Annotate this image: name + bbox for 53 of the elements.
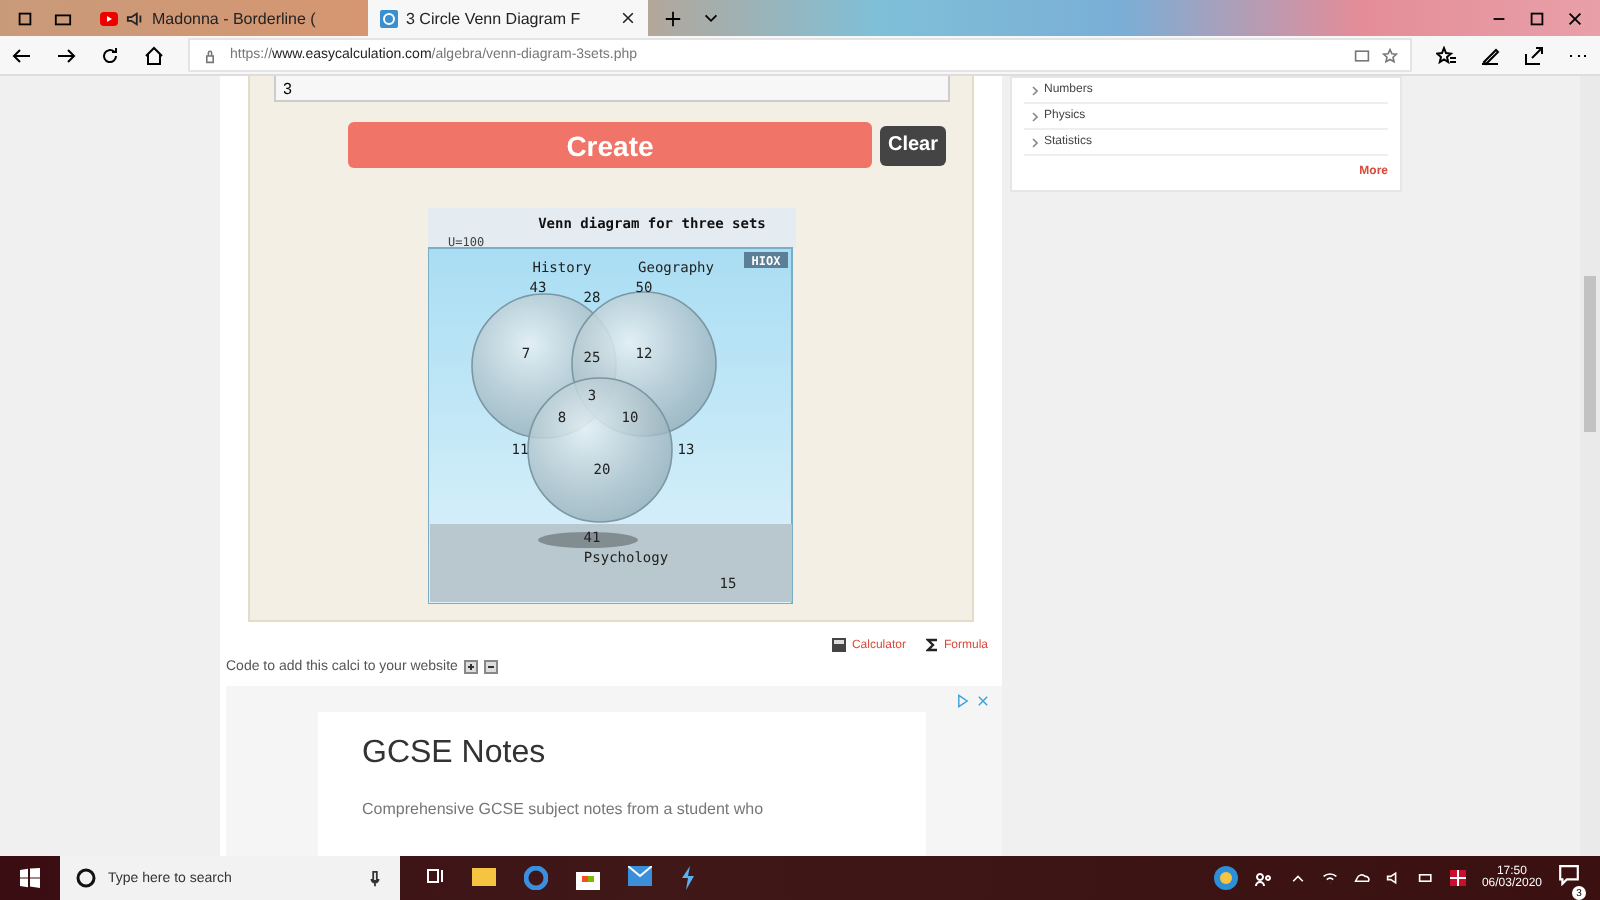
ad-choices-icon[interactable]	[956, 694, 970, 708]
pen-icon[interactable]	[1480, 45, 1500, 65]
favorites-icon[interactable]	[1436, 45, 1456, 65]
ad-card[interactable]: GCSE Notes Comprehensive GCSE subject notes from a student who	[318, 712, 926, 856]
share-icon[interactable]	[1524, 45, 1544, 65]
close-icon[interactable]	[1566, 9, 1584, 27]
video-icon	[100, 11, 118, 25]
ad-text: Comprehensive GCSE subject notes from a student who	[362, 800, 766, 818]
lock-icon[interactable]	[202, 47, 218, 63]
maximize-icon[interactable]	[1528, 9, 1546, 27]
clear-button[interactable]: Clear	[879, 125, 946, 165]
wifi-icon[interactable]	[1321, 870, 1338, 886]
refresh-icon[interactable]	[100, 45, 120, 65]
chevron-up-icon[interactable]	[1289, 870, 1306, 886]
search-icon	[76, 868, 96, 888]
tab-aside-icon[interactable]	[54, 9, 72, 27]
store-bag-icon[interactable]	[576, 866, 600, 890]
windows-icon[interactable]	[20, 868, 40, 888]
plus-icon[interactable]	[664, 9, 682, 27]
star-icon[interactable]	[1382, 47, 1398, 63]
expand-icon[interactable]	[463, 660, 478, 674]
notification-icon[interactable]	[1558, 864, 1580, 886]
input-field[interactable]: 3	[273, 76, 949, 102]
sigma-icon	[925, 638, 938, 652]
chevron-right-icon	[1032, 111, 1038, 121]
microphone-icon[interactable]	[366, 869, 384, 887]
venn-page-icon	[380, 9, 398, 27]
chevron-right-icon	[1032, 85, 1038, 95]
chevron-right-icon	[1032, 137, 1038, 147]
task-view-icon[interactable]	[424, 866, 444, 886]
people-icon[interactable]	[1253, 868, 1274, 888]
browser-tab[interactable]: 3 Circle Venn Diagram F	[368, 0, 648, 36]
volume-icon[interactable]	[1385, 870, 1402, 886]
speaker-icon[interactable]	[126, 9, 144, 27]
chevron-down-icon[interactable]	[702, 9, 720, 27]
mail-icon[interactable]	[628, 866, 652, 886]
reading-view-icon[interactable]	[1354, 47, 1370, 63]
forward-icon[interactable]	[56, 45, 76, 65]
tabs-icon[interactable]	[16, 9, 34, 27]
home-icon[interactable]	[144, 45, 164, 65]
battery-icon[interactable]	[1417, 870, 1434, 886]
help-icon[interactable]	[1213, 866, 1238, 890]
ad-title: GCSE Notes	[362, 736, 548, 772]
scrollbar[interactable]	[1580, 76, 1600, 856]
shadow-ellipse	[537, 532, 637, 548]
collapse-icon[interactable]	[483, 660, 498, 674]
folder-icon[interactable]	[472, 866, 496, 886]
back-icon[interactable]	[12, 45, 32, 65]
lightning-icon[interactable]	[680, 866, 696, 890]
calculator-icon	[831, 638, 846, 652]
flag-icon[interactable]	[1449, 870, 1466, 886]
browser-tab[interactable]: Madonna - Borderline (	[88, 0, 368, 36]
close-icon[interactable]	[620, 10, 636, 26]
